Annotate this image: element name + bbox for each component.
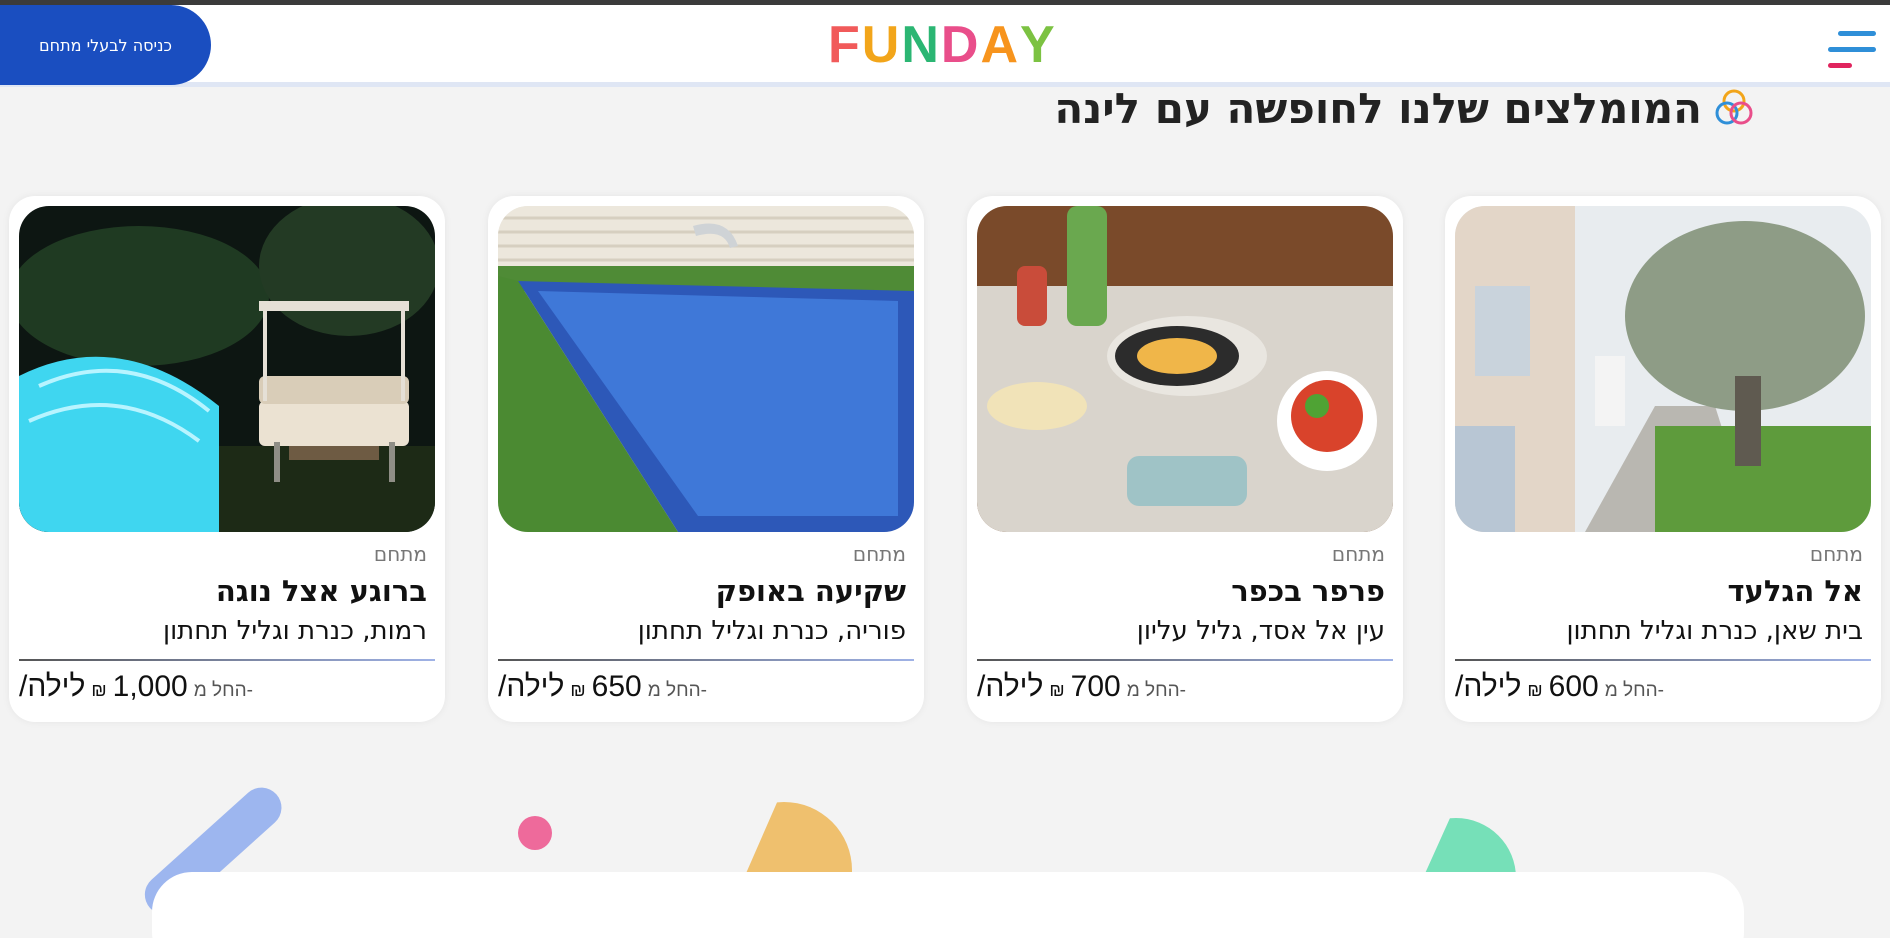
- section-title: המומלצים שלנו לחופשה עם לינה: [1054, 82, 1754, 134]
- currency-symbol: ₪: [1049, 680, 1065, 700]
- price-value: 700: [1070, 670, 1121, 703]
- listing-location: בית שאן, כנרת וגליל תחתון: [1566, 616, 1863, 646]
- hamburger-icon[interactable]: [1826, 27, 1878, 73]
- per-night-label: /לילה: [498, 670, 565, 703]
- per-night-label: /לילה: [19, 670, 86, 703]
- listing-card[interactable]: מתחם ברוגע אצל נוגה רמות, כנרת וגליל תחת…: [9, 196, 445, 722]
- listing-name[interactable]: אל הגלעד: [1727, 574, 1863, 608]
- currency-symbol: ₪: [91, 680, 107, 700]
- listing-location: עין אל אסד, גליל עליון: [1136, 616, 1385, 646]
- listing-price: /לילה ₪ 600 החל מ-: [1455, 670, 1664, 706]
- price-value: 650: [591, 670, 642, 703]
- listing-card[interactable]: מתחם שקיעה באופק פוריה, כנרת וגליל תחתון…: [488, 196, 924, 722]
- from-label: החל מ-: [1126, 680, 1186, 701]
- listing-category: מתחם: [852, 542, 906, 566]
- section-title-text: המומלצים שלנו לחופשה עם לינה: [1054, 83, 1702, 133]
- listing-image-pool-with-waterfall: [498, 206, 914, 532]
- from-label: החל מ-: [647, 680, 707, 701]
- listing-price: /לילה ₪ 1,000 החל מ-: [19, 670, 253, 706]
- divider: [19, 659, 435, 661]
- divider: [498, 659, 914, 661]
- logo-letter: N: [901, 16, 941, 74]
- per-night-label: /לילה: [977, 670, 1044, 703]
- bottom-panel: [152, 872, 1744, 938]
- currency-symbol: ₪: [570, 680, 586, 700]
- listing-location: רמות, כנרת וגליל תחתון: [163, 616, 427, 646]
- listing-category: מתחם: [1809, 542, 1863, 566]
- currency-symbol: ₪: [1527, 680, 1543, 700]
- listing-name[interactable]: ברוגע אצל נוגה: [216, 574, 427, 608]
- listing-price: /לילה ₪ 650 החל מ-: [498, 670, 707, 706]
- logo-letter: Y: [1020, 16, 1057, 74]
- listing-card[interactable]: מתחם אל הגלעד בית שאן, כנרת וגליל תחתון …: [1445, 196, 1881, 722]
- rings-icon: [1715, 89, 1753, 125]
- listing-price: /לילה ₪ 700 החל מ-: [977, 670, 1186, 706]
- logo-letter: D: [940, 16, 981, 74]
- listing-image-house-with-olive-tree: [1455, 206, 1871, 532]
- per-night-label: /לילה: [1455, 670, 1522, 703]
- logo-letter: U: [861, 16, 902, 74]
- divider: [1455, 659, 1871, 661]
- listing-image-covered-pool-at-night: [19, 206, 435, 532]
- divider: [977, 659, 1393, 661]
- site-header: כניסה לבעלי מתחם FUNDAY: [0, 5, 1890, 87]
- listing-location: פוריה, כנרת וגליל תחתון: [637, 616, 906, 646]
- decoration-pink-dot: [518, 816, 552, 850]
- from-label: החל מ-: [1604, 680, 1664, 701]
- listing-category: מתחם: [373, 542, 427, 566]
- price-value: 1,000: [112, 670, 188, 703]
- recommended-cards: מתחם אל הגלעד בית שאן, כנרת וגליל תחתון …: [9, 196, 1881, 722]
- from-label: החל מ-: [193, 680, 253, 701]
- listing-category: מתחם: [1331, 542, 1385, 566]
- listing-card[interactable]: מתחם פרפר בכפר עין אל אסד, גליל עליון /ל…: [967, 196, 1403, 722]
- listing-name[interactable]: שקיעה באופק: [716, 574, 906, 608]
- listing-image-breakfast-table: [977, 206, 1393, 532]
- funday-logo[interactable]: FUNDAY: [828, 19, 1072, 71]
- listing-name[interactable]: פרפר בכפר: [1231, 574, 1385, 608]
- price-value: 600: [1548, 670, 1599, 703]
- logo-letter: F: [828, 16, 862, 74]
- logo-letter: A: [980, 16, 1021, 74]
- owner-login-button[interactable]: כניסה לבעלי מתחם: [0, 5, 211, 85]
